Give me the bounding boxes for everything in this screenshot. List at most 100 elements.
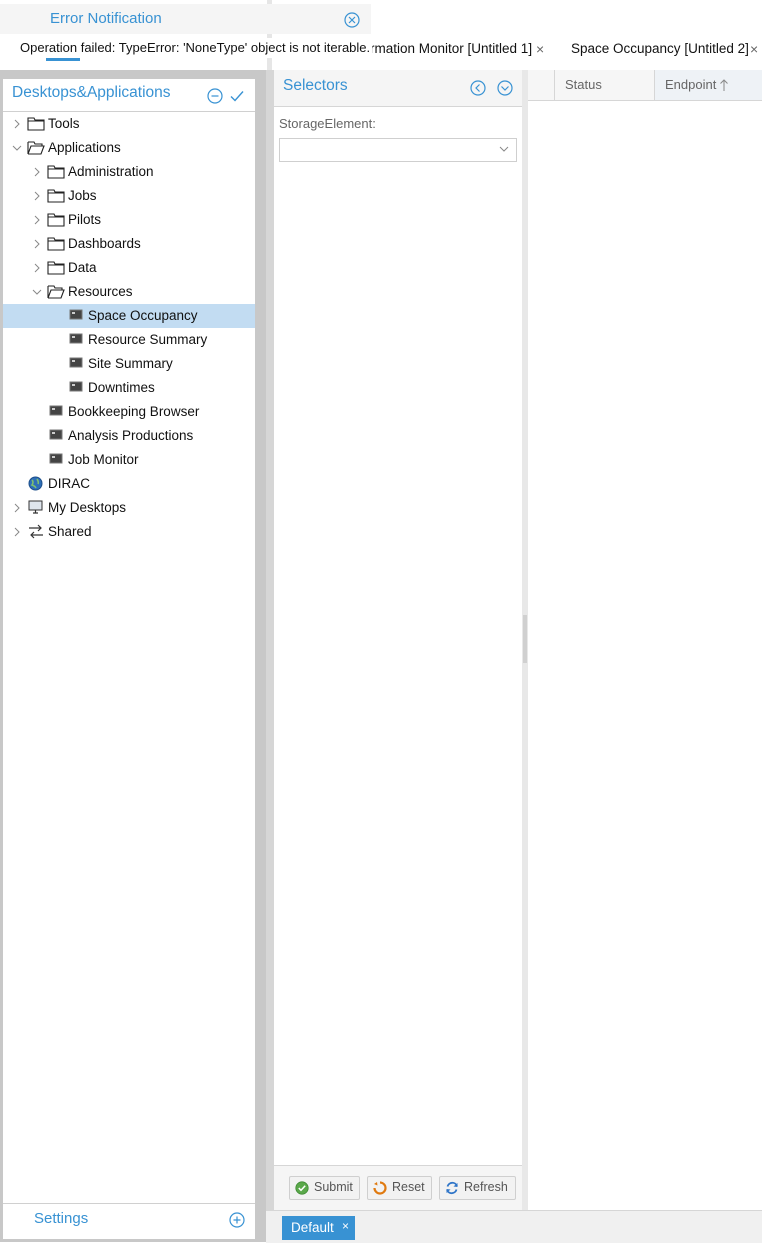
tree-item-administration[interactable]: Administration — [3, 160, 255, 184]
settings-label[interactable]: Settings — [34, 1210, 88, 1227]
globe-icon — [28, 476, 43, 491]
refresh-label: Refresh — [464, 1180, 508, 1194]
tree-item-label: Space Occupancy — [88, 308, 198, 323]
splitter-handle[interactable] — [523, 615, 527, 663]
close-circle-icon[interactable] — [344, 12, 360, 28]
folder-icon — [47, 237, 65, 251]
tree-item-label: Tools — [48, 116, 80, 131]
folder-icon — [47, 213, 65, 227]
application-icon — [69, 309, 83, 320]
folder-icon — [47, 189, 65, 203]
tree-item-label: Resources — [68, 284, 133, 299]
tree-item-space-occupancy[interactable]: Space Occupancy — [3, 304, 255, 328]
tree-item-label: Job Monitor — [68, 452, 139, 467]
tab-space-occupancy[interactable]: Space Occupancy [Untitled 2] — [571, 36, 749, 62]
left-panel-title: Desktops&Applications — [12, 84, 171, 101]
reset-button[interactable]: Reset — [367, 1176, 432, 1200]
tree-item-label: Dashboards — [68, 236, 141, 251]
chevron-down-icon[interactable] — [12, 143, 22, 153]
tree-item-label: Bookkeeping Browser — [68, 404, 200, 419]
panel-gap — [266, 70, 274, 1242]
close-icon[interactable]: × — [342, 1219, 349, 1233]
chevron-right-icon[interactable] — [32, 215, 42, 225]
folder-icon — [27, 117, 45, 131]
error-notification-indicator — [46, 58, 80, 61]
tree-item-label: DIRAC — [48, 476, 91, 491]
refresh-button[interactable]: Refresh — [439, 1176, 516, 1200]
chevron-right-icon[interactable] — [32, 239, 42, 249]
chevron-right-icon[interactable] — [32, 167, 42, 177]
storage-element-label: StorageElement: — [279, 116, 376, 131]
desktop-tab-label: Default — [291, 1220, 334, 1235]
check-circle-icon — [295, 1181, 309, 1195]
tree-item-my-desktops[interactable]: My Desktops — [3, 496, 255, 520]
chevron-right-icon[interactable] — [12, 503, 22, 513]
tree-item-shared[interactable]: Shared — [3, 520, 255, 544]
selectors-title: Selectors — [283, 77, 348, 94]
tree-item-label: Data — [68, 260, 97, 275]
application-icon — [69, 333, 83, 344]
tree-item-data[interactable]: Data — [3, 256, 255, 280]
application-icon — [69, 357, 83, 368]
tree-item-label: Jobs — [68, 188, 97, 203]
add-circle-icon[interactable] — [229, 1212, 245, 1228]
tab-information-monitor[interactable]: rmation Monitor [Untitled 1] — [370, 36, 532, 62]
reset-label: Reset — [392, 1180, 425, 1194]
tree-item-label: My Desktops — [48, 500, 127, 515]
error-message: Operation failed: TypeError: 'NoneType' … — [14, 38, 373, 58]
chevron-right-icon[interactable] — [12, 527, 22, 537]
grid-panel — [528, 70, 762, 1210]
tree-item-label: Pilots — [68, 212, 102, 227]
tree-item-pilots[interactable]: Pilots — [3, 208, 255, 232]
folder-open-icon — [27, 141, 45, 155]
share-arrows-icon — [29, 524, 43, 539]
application-icon — [69, 381, 83, 392]
check-icon[interactable] — [229, 88, 245, 104]
reset-icon — [373, 1181, 387, 1195]
column-header-checkbox[interactable] — [528, 70, 555, 100]
submit-button[interactable]: Submit — [289, 1176, 360, 1200]
chevron-down-circle-icon[interactable] — [497, 80, 513, 96]
storage-element-combobox[interactable] — [279, 138, 517, 162]
column-header-status[interactable]: Status — [555, 70, 655, 100]
tree-item-dashboards[interactable]: Dashboards — [3, 232, 255, 256]
tree-item-dirac[interactable]: DIRAC — [3, 472, 255, 496]
folder-open-icon — [47, 285, 65, 299]
tree-item-label: Site Summary — [88, 356, 173, 371]
tree-item-applications[interactable]: Applications — [3, 136, 255, 160]
sort-ascending-icon — [720, 79, 728, 91]
tree-item-downtimes[interactable]: Downtimes — [3, 376, 255, 400]
tab-close-icon[interactable]: × — [750, 36, 758, 62]
error-notification-title: Error Notification — [50, 10, 162, 27]
chevron-down-icon[interactable] — [32, 287, 42, 297]
tree-item-label: Applications — [48, 140, 121, 155]
tree-item-bookkeeping-browser[interactable]: Bookkeeping Browser — [3, 400, 255, 424]
selectors-panel — [274, 70, 523, 1210]
tree-item-analysis-productions[interactable]: Analysis Productions — [3, 424, 255, 448]
column-header-endpoint[interactable]: Endpoint — [655, 70, 762, 100]
refresh-icon — [446, 1181, 458, 1195]
chevron-right-icon[interactable] — [32, 263, 42, 273]
collapse-icon[interactable] — [207, 88, 223, 104]
tree-item-label: Downtimes — [88, 380, 155, 395]
tree-item-label: Resource Summary — [88, 332, 208, 347]
chevron-left-circle-icon[interactable] — [470, 80, 486, 96]
application-icon — [49, 405, 63, 416]
chevron-right-icon[interactable] — [32, 191, 42, 201]
tree-item-label: Administration — [68, 164, 154, 179]
tab-close-icon[interactable]: × — [536, 36, 544, 62]
folder-icon — [47, 165, 65, 179]
tree-item-resource-summary[interactable]: Resource Summary — [3, 328, 255, 352]
tree-item-site-summary[interactable]: Site Summary — [3, 352, 255, 376]
application-icon — [49, 453, 63, 464]
tree-item-jobs[interactable]: Jobs — [3, 184, 255, 208]
chevron-right-icon[interactable] — [12, 119, 22, 129]
folder-icon — [47, 261, 65, 275]
desktop-icon — [28, 500, 43, 514]
tree-item-resources[interactable]: Resources — [3, 280, 255, 304]
tree-item-label: Shared — [48, 524, 92, 539]
application-icon — [49, 429, 63, 440]
chevron-down-icon[interactable] — [498, 143, 510, 155]
tree-item-job-monitor[interactable]: Job Monitor — [3, 448, 255, 472]
tree-item-tools[interactable]: Tools — [3, 112, 255, 136]
